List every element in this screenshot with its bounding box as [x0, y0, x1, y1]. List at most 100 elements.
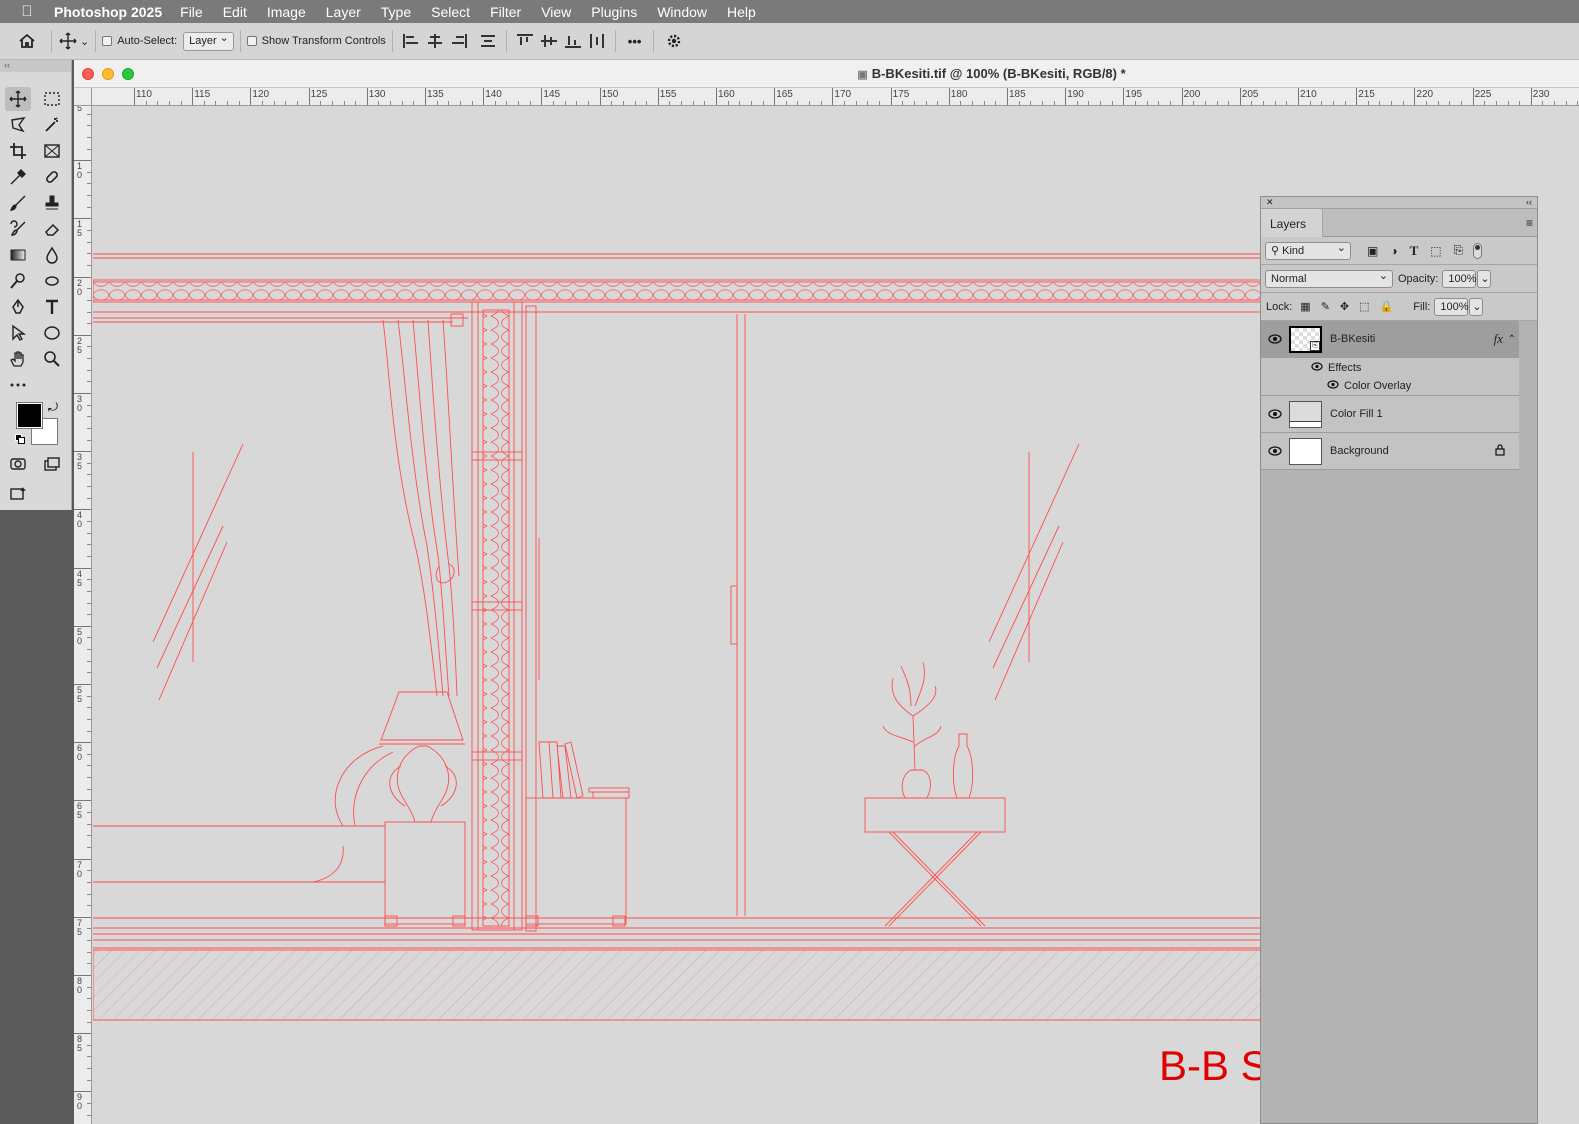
eye-icon[interactable] — [1261, 409, 1289, 419]
filter-adjustment-icon[interactable]: ◑ — [1390, 244, 1397, 258]
toolbar-collapse-icon[interactable]: ‹‹ — [0, 60, 71, 72]
brush-tool[interactable] — [5, 191, 31, 215]
opacity-input[interactable]: 100% — [1442, 269, 1477, 288]
zoom-tool[interactable] — [39, 347, 65, 371]
sponge-tool[interactable] — [39, 269, 65, 293]
filter-pixel-icon[interactable]: ▣ — [1367, 244, 1378, 258]
lock-transparent-icon[interactable]: ▦ — [1300, 300, 1310, 313]
distribute-icon[interactable] — [479, 33, 497, 49]
screen-mode-icon[interactable] — [39, 452, 65, 476]
ruler-label: 2 0 — [77, 277, 83, 297]
horizontal-ruler[interactable]: 110 115 120 125 130 135 140 145 150 155 160 165 170 1… — [92, 88, 1579, 106]
ruler-origin[interactable] — [74, 88, 92, 106]
marquee-tool[interactable] — [39, 87, 65, 111]
more-options-button[interactable]: ••• — [628, 34, 642, 49]
generative-fill-icon[interactable] — [5, 482, 31, 506]
filter-toggle-switch[interactable] — [1473, 242, 1483, 259]
align-right-icon[interactable] — [450, 33, 468, 49]
menu-help[interactable]: Help — [727, 4, 756, 20]
menu-file[interactable]: File — [180, 4, 203, 20]
fill-stepper[interactable]: ⌄ — [1469, 297, 1484, 316]
auto-select-checkbox[interactable] — [102, 36, 113, 46]
magic-wand-tool[interactable] — [39, 113, 65, 137]
panel-menu-icon[interactable]: ≡ — [1526, 216, 1533, 230]
fill-input[interactable]: 100% — [1434, 297, 1469, 316]
align-left-icon[interactable] — [402, 33, 420, 49]
menu-layer[interactable]: Layer — [326, 4, 361, 20]
filter-type-icon[interactable]: T — [1410, 243, 1419, 259]
default-colors-icon[interactable] — [15, 434, 25, 444]
effects-row[interactable]: Effects — [1261, 358, 1519, 377]
app-menu[interactable]: Photoshop 2025 — [54, 4, 162, 20]
eyedropper-tool[interactable] — [5, 165, 31, 189]
menu-image[interactable]: Image — [267, 4, 306, 20]
frame-tool[interactable] — [39, 139, 65, 163]
foreground-color-swatch[interactable] — [16, 402, 43, 429]
type-tool[interactable] — [39, 295, 65, 319]
menu-window[interactable]: Window — [657, 4, 707, 20]
lock-artboard-icon[interactable]: ⬚ — [1359, 300, 1369, 313]
menu-view[interactable]: View — [541, 4, 571, 20]
eraser-tool[interactable] — [39, 217, 65, 241]
move-tool[interactable] — [5, 87, 31, 111]
path-selection-tool[interactable] — [5, 321, 31, 345]
menu-filter[interactable]: Filter — [490, 4, 521, 20]
eye-icon[interactable] — [1311, 361, 1323, 374]
align-bottom-icon[interactable] — [564, 33, 582, 49]
chevron-down-icon[interactable]: ⌄ — [80, 35, 89, 48]
auto-select-dropdown[interactable]: Layer — [183, 30, 234, 51]
menu-edit[interactable]: Edit — [223, 4, 247, 20]
gradient-tool[interactable] — [5, 243, 31, 267]
align-middle-v-icon[interactable] — [540, 33, 558, 49]
move-tool-preset-icon[interactable] — [58, 31, 78, 51]
lock-position-icon[interactable]: ✥ — [1340, 300, 1349, 313]
ruler-minor-tick — [87, 113, 91, 115]
healing-brush-tool[interactable] — [39, 165, 65, 189]
eye-icon[interactable] — [1261, 446, 1289, 456]
lock-all-icon[interactable]: 🔒 — [1380, 300, 1394, 313]
ellipse-tool[interactable] — [39, 321, 65, 345]
eye-icon[interactable] — [1327, 380, 1339, 392]
eye-icon[interactable] — [1261, 334, 1289, 344]
filter-smart-object-icon[interactable]: ⎘ — [1454, 243, 1464, 258]
pen-tool[interactable] — [5, 295, 31, 319]
quick-mask-icon[interactable] — [5, 452, 31, 476]
layer-row-background[interactable]: Background — [1261, 433, 1519, 470]
color-overlay-row[interactable]: Color Overlay — [1261, 377, 1519, 396]
home-icon[interactable] — [17, 31, 37, 51]
hand-tool[interactable] — [5, 347, 31, 371]
chevron-up-icon[interactable]: ⌃ — [1508, 334, 1516, 345]
stamp-tool[interactable] — [39, 191, 65, 215]
ruler-label: 150 — [601, 89, 619, 100]
menu-type[interactable]: Type — [381, 4, 411, 20]
opacity-stepper[interactable]: ⌄ — [1477, 269, 1492, 288]
blend-mode-dropdown[interactable]: Normal — [1265, 268, 1393, 288]
align-top-icon[interactable] — [516, 33, 534, 49]
tab-layers[interactable]: Layers — [1261, 209, 1323, 237]
filter-kind-dropdown[interactable]: ⚲ Kind — [1265, 240, 1351, 260]
collapse-panel-icon[interactable]: ‹‹ — [1526, 197, 1532, 207]
vertical-ruler[interactable]: 5 1 0 1 5 2 0 2 5 3 0 3 5 4 0 4 5 5 0 5 5 6 0 6 5 7 0… — [74, 106, 92, 1124]
distribute-v-icon[interactable] — [588, 33, 606, 49]
swap-colors-icon[interactable]: ⤾ — [48, 400, 58, 415]
fx-icon[interactable]: fx — [1494, 331, 1503, 347]
menu-select[interactable]: Select — [431, 4, 470, 20]
gear-icon[interactable] — [664, 31, 684, 51]
layer-row-color-fill[interactable]: Color Fill 1 — [1261, 396, 1519, 433]
lock-pixels-icon[interactable]: ✎ — [1321, 300, 1330, 313]
edit-toolbar-icon[interactable] — [5, 373, 31, 397]
close-panel-icon[interactable]: ✕ — [1266, 197, 1274, 208]
align-center-h-icon[interactable] — [426, 33, 444, 49]
layer-row-bbkesiti[interactable]: ⎘ B-BKesiti fx ⌃ — [1261, 321, 1519, 358]
show-transform-checkbox[interactable] — [246, 36, 257, 46]
blur-tool[interactable] — [39, 243, 65, 267]
apple-menu-icon[interactable]:  — [0, 3, 54, 20]
dodge-tool[interactable] — [5, 269, 31, 293]
lasso-tool[interactable] — [5, 113, 31, 137]
crop-tool[interactable] — [5, 139, 31, 163]
filter-shape-icon[interactable]: ⬚ — [1430, 244, 1441, 258]
menu-plugins[interactable]: Plugins — [591, 4, 637, 20]
lock-icon[interactable] — [1495, 443, 1505, 459]
history-brush-tool[interactable] — [5, 217, 31, 241]
ruler-minor-tick — [87, 637, 91, 639]
